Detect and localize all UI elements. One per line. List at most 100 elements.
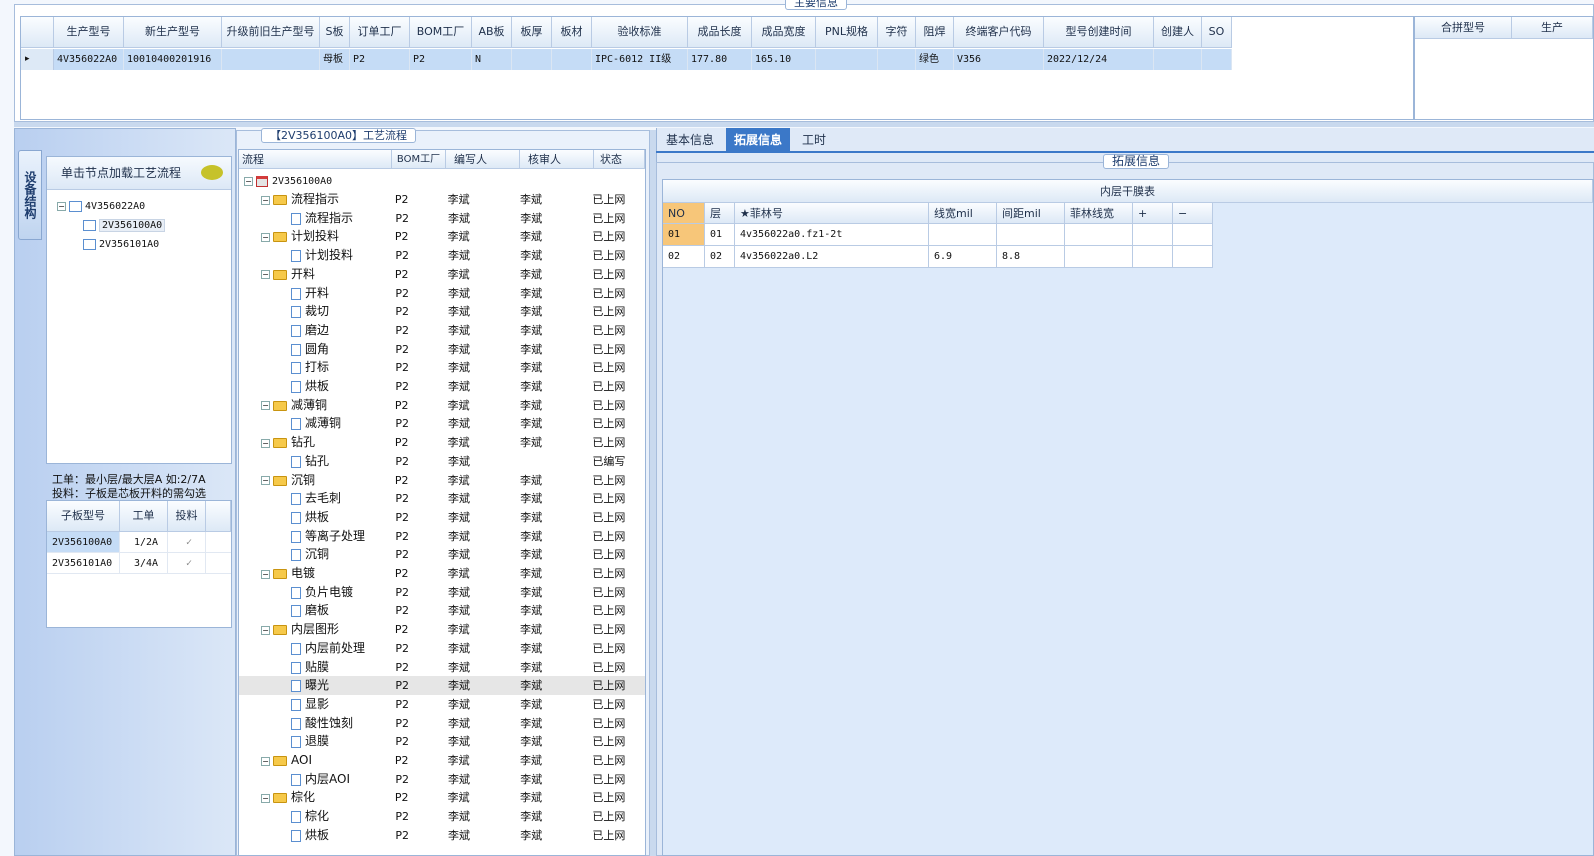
process-row[interactable]: − 开料 P2 李斌 李斌 已上网 xyxy=(239,265,645,284)
collapse-icon[interactable]: − xyxy=(261,232,270,242)
collapse-icon[interactable]: − xyxy=(261,569,270,579)
sub-board-cell[interactable]: 2V356101A0 xyxy=(47,553,120,573)
merge-prod-header[interactable]: 生产 xyxy=(1511,17,1593,39)
comment-icon[interactable] xyxy=(201,165,223,180)
film-row[interactable]: 01 01 4v356022a0.fz1-2t xyxy=(663,224,1593,246)
process-row[interactable]: 等离子处理 P2 李斌 李斌 已上网 xyxy=(239,527,645,546)
process-row[interactable]: 酸性蚀刻 P2 李斌 李斌 已上网 xyxy=(239,714,645,733)
main-col-header[interactable]: AB板 xyxy=(472,17,512,48)
process-row[interactable]: − 内层图形 P2 李斌 李斌 已上网 xyxy=(239,620,645,639)
horizontal-splitter[interactable] xyxy=(14,122,1594,127)
sub-model-header[interactable]: 子板型号 xyxy=(47,501,120,532)
process-row[interactable]: 烘板 P2 李斌 李斌 已上网 xyxy=(239,826,645,845)
main-info-cell[interactable]: 母板 xyxy=(320,49,350,70)
tab-basic-info[interactable]: 基本信息 xyxy=(658,128,722,153)
process-row[interactable]: − 电镀 P2 李斌 李斌 已上网 xyxy=(239,564,645,583)
process-row[interactable]: 磨边 P2 李斌 李斌 已上网 xyxy=(239,321,645,340)
process-row[interactable]: 棕化 P2 李斌 李斌 已上网 xyxy=(239,807,645,826)
collapse-icon[interactable]: − xyxy=(261,401,270,411)
main-info-cell[interactable]: 绿色 xyxy=(916,49,954,70)
main-col-header[interactable]: SO xyxy=(1202,17,1232,48)
main-col-header[interactable]: 新生产型号 xyxy=(124,17,222,48)
film-cell[interactable]: 01 xyxy=(705,224,735,246)
main-col-header[interactable]: 订单工厂 xyxy=(350,17,410,48)
process-col-reviewer[interactable]: 核审人 xyxy=(520,150,594,169)
film-cell[interactable] xyxy=(1173,224,1213,246)
tab-work-hours[interactable]: 工时 xyxy=(794,128,834,153)
vertical-tab-structure[interactable]: 设备结构 xyxy=(18,150,42,240)
process-row[interactable]: − 沉铜 P2 李斌 李斌 已上网 xyxy=(239,471,645,490)
process-col-writer[interactable]: 编写人 xyxy=(446,150,520,169)
feed-checkbox[interactable]: ✓ xyxy=(168,532,206,552)
main-col-header[interactable]: PNL规格 xyxy=(816,17,878,48)
main-info-cell[interactable]: V356 xyxy=(954,49,1044,70)
process-row[interactable]: − 计划投料 P2 李斌 李斌 已上网 xyxy=(239,227,645,246)
process-row[interactable]: 沉铜 P2 李斌 李斌 已上网 xyxy=(239,545,645,564)
main-info-cell[interactable] xyxy=(222,49,320,70)
main-col-header[interactable]: 阻焊 xyxy=(916,17,954,48)
process-row[interactable]: 开料 P2 李斌 李斌 已上网 xyxy=(239,284,645,303)
process-row[interactable]: 流程指示 P2 李斌 李斌 已上网 xyxy=(239,209,645,228)
node-checkbox-icon[interactable] xyxy=(69,200,82,212)
process-row[interactable]: 计划投料 P2 李斌 李斌 已上网 xyxy=(239,246,645,265)
process-row[interactable]: 减薄铜 P2 李斌 李斌 已上网 xyxy=(239,414,645,433)
main-col-header[interactable]: 生产型号 xyxy=(54,17,124,48)
film-col-header[interactable]: ★菲林号 xyxy=(735,203,929,224)
process-row[interactable]: 圆角 P2 李斌 李斌 已上网 xyxy=(239,340,645,359)
film-cell[interactable]: 8.8 xyxy=(997,246,1065,268)
process-row[interactable]: 钻孔 P2 李斌 已编写 xyxy=(239,452,645,471)
merge-model-header[interactable]: 合拼型号 xyxy=(1415,17,1512,39)
process-row[interactable]: 贴膜 P2 李斌 李斌 已上网 xyxy=(239,658,645,677)
process-row[interactable]: 打标 P2 李斌 李斌 已上网 xyxy=(239,358,645,377)
sub-board-cell[interactable]: 2V356100A0 xyxy=(47,532,120,552)
film-col-header[interactable]: + xyxy=(1133,203,1173,224)
film-cell[interactable]: 02 xyxy=(663,246,705,268)
main-info-cell[interactable]: P2 xyxy=(410,49,472,70)
sub-board-cell[interactable]: 3/4A xyxy=(120,553,168,573)
feed-checkbox[interactable]: ✓ xyxy=(168,553,206,573)
film-cell[interactable]: 02 xyxy=(705,246,735,268)
main-col-header[interactable]: 字符 xyxy=(878,17,916,48)
main-col-header[interactable]: 成品长度 xyxy=(688,17,752,48)
film-col-header[interactable]: 线宽mil xyxy=(929,203,997,224)
main-info-cell[interactable] xyxy=(552,49,592,70)
main-col-header[interactable]: 板厚 xyxy=(512,17,552,48)
process-row[interactable]: − 棕化 P2 李斌 李斌 已上网 xyxy=(239,788,645,807)
film-row[interactable]: 02 02 4v356022a0.L2 6.9 8.8 xyxy=(663,246,1593,268)
main-info-cell[interactable]: 165.10 xyxy=(752,49,816,70)
main-col-header[interactable]: 验收标准 xyxy=(592,17,688,48)
collapse-icon[interactable]: − xyxy=(261,438,270,448)
main-col-header[interactable]: 板材 xyxy=(552,17,592,48)
collapse-icon[interactable]: − xyxy=(261,476,270,485)
main-col-header[interactable]: 创建人 xyxy=(1154,17,1202,48)
process-row[interactable]: − 减薄铜 P2 李斌 李斌 已上网 xyxy=(239,396,645,415)
film-cell[interactable] xyxy=(929,224,997,246)
main-info-cell[interactable] xyxy=(1202,49,1232,70)
main-info-cell[interactable] xyxy=(512,49,552,70)
film-col-header[interactable]: 层 xyxy=(705,203,735,224)
row-indicator-icon[interactable]: ▸ xyxy=(21,49,54,70)
film-cell[interactable]: 4v356022a0.fz1-2t xyxy=(735,224,929,246)
process-col-flow[interactable]: 流程 xyxy=(239,150,392,169)
process-row[interactable]: 去毛刺 P2 李斌 李斌 已上网 xyxy=(239,489,645,508)
main-info-cell[interactable]: P2 xyxy=(350,49,410,70)
film-col-header[interactable]: NO xyxy=(663,203,705,224)
sub-feed-header[interactable]: 投料 xyxy=(168,501,206,532)
collapse-icon[interactable]: − xyxy=(261,270,270,280)
sub-board-cell[interactable]: 1/2A xyxy=(120,532,168,552)
collapse-icon[interactable]: − xyxy=(57,201,66,211)
film-cell[interactable]: 01 xyxy=(663,224,705,246)
main-info-cell[interactable]: 177.80 xyxy=(688,49,752,70)
sub-board-row[interactable]: 2V356101A0 3/4A ✓ xyxy=(47,553,231,574)
process-col-factory[interactable]: BOM工厂 xyxy=(392,150,446,169)
film-cell[interactable]: 4v356022a0.L2 xyxy=(735,246,929,268)
collapse-icon[interactable]: − xyxy=(261,756,270,766)
main-info-cell[interactable]: 2022/12/24 xyxy=(1044,49,1154,70)
main-info-cell[interactable]: N xyxy=(472,49,512,70)
node-checkbox-icon[interactable] xyxy=(83,219,96,231)
node-checkbox-icon[interactable] xyxy=(83,238,96,250)
tab-ext-info[interactable]: 拓展信息 xyxy=(726,128,791,153)
process-row[interactable]: 裁切 P2 李斌 李斌 已上网 xyxy=(239,302,645,321)
process-row[interactable]: 磨板 P2 李斌 李斌 已上网 xyxy=(239,601,645,620)
main-info-cell[interactable] xyxy=(1154,49,1202,70)
